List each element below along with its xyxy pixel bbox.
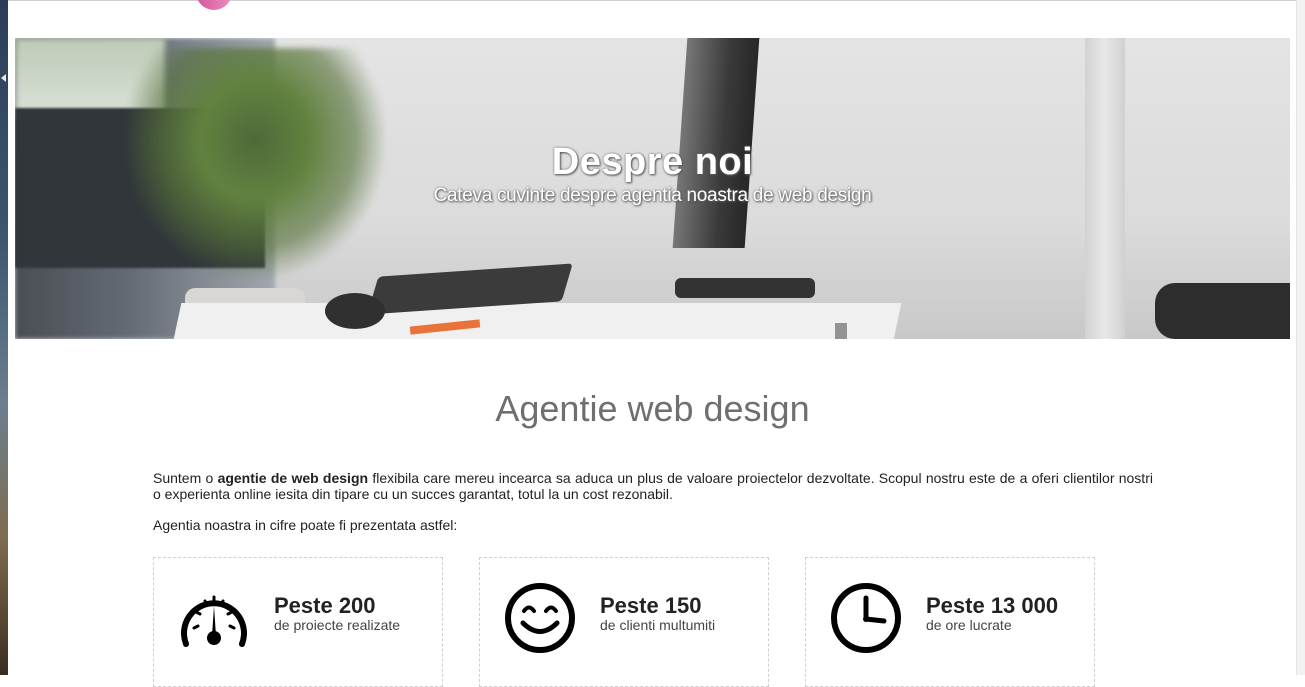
stat-card-hours: Peste 13 000 de ore lucrate: [805, 557, 1095, 687]
collapse-arrow-icon[interactable]: [1, 74, 6, 82]
stats-lead: Agentia noastra in cifre poate fi prezen…: [153, 517, 458, 533]
stat-value: Peste 13 000: [926, 593, 1059, 618]
smiley-icon: [505, 583, 575, 653]
stat-label: de clienti multumiti: [600, 617, 716, 633]
desktop-edge: [0, 0, 8, 675]
speedometer-icon: [181, 595, 247, 647]
intro-paragraph: Suntem o agentie de web design flexibila…: [153, 470, 1153, 502]
stat-value: Peste 200: [274, 593, 376, 618]
section-title: Agentie web design: [495, 388, 810, 429]
site-logo[interactable]: [196, 0, 232, 10]
stat-label: de ore lucrate: [926, 617, 1012, 633]
hero-banner: Despre noi Cateva cuvinte despre agentia…: [15, 38, 1290, 339]
window-right-edge: [1296, 0, 1305, 675]
hero-subtitle: Cateva cuvinte despre agentia noastra de…: [433, 185, 872, 206]
stat-card-clients: Peste 150 de clienti multumiti: [479, 557, 769, 687]
stat-value: Peste 150: [600, 593, 702, 618]
stat-label: de proiecte realizate: [274, 617, 401, 633]
intro-text-start: Suntem o: [153, 470, 218, 486]
stat-card-projects: Peste 200 de proiecte realizate: [153, 557, 443, 687]
hero-title: Despre noi: [551, 141, 754, 183]
intro-keyword: agentie de web design: [217, 470, 369, 486]
clock-icon: [831, 583, 901, 653]
